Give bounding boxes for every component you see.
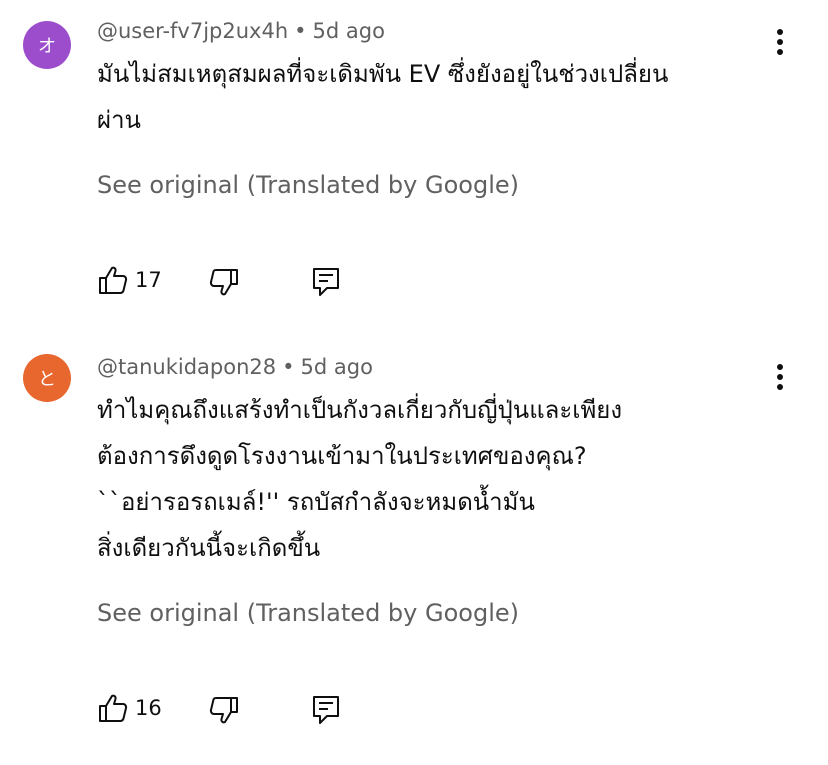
- author-name[interactable]: @tanukidapon28: [97, 355, 276, 379]
- reply-icon: [313, 268, 339, 296]
- comment-text-line: ``อย่ารอรถเมล์!'' รถบัสกำลังจะหมดน้ำมัน: [97, 488, 535, 516]
- comment-header: @tanukidapon28 • 5d ago: [97, 353, 373, 381]
- author-name[interactable]: @user-fv7jp2ux4h: [97, 19, 288, 43]
- avatar-letter: と: [38, 369, 56, 390]
- comment-time[interactable]: 5d ago: [301, 355, 373, 379]
- thumbs-down-icon: [209, 269, 238, 296]
- thumbs-up-icon: [99, 266, 128, 294]
- comment-text-line: ผ่าน: [97, 106, 141, 134]
- reply-button[interactable]: [310, 266, 342, 298]
- like-count: 17: [135, 268, 162, 292]
- separator-dot: •: [282, 355, 295, 379]
- comment-actions: 16: [97, 692, 397, 726]
- reply-button[interactable]: [310, 694, 342, 726]
- comment-actions: 17: [97, 264, 397, 298]
- comment-time[interactable]: 5d ago: [313, 19, 385, 43]
- like-count: 16: [135, 696, 162, 720]
- more-vert-icon: [777, 29, 783, 55]
- more-vert-icon: [777, 364, 783, 390]
- more-actions-button[interactable]: [766, 359, 794, 395]
- avatar[interactable]: と: [23, 354, 71, 402]
- comment-text: มันไม่สมเหตุสมผลที่จะเดิมพัน EV ซึ่งยังอ…: [97, 51, 757, 143]
- comment-text-line: มันไม่สมเหตุสมผลที่จะเดิมพัน EV ซึ่งยังอ…: [97, 60, 669, 88]
- comment-text-line: สิ่งเดียวกันนี้จะเกิดขึ้น: [97, 534, 321, 562]
- comment-text-line: ทำไมคุณถึงแสร้งทำเป็นกังวลเกี่ยวกับญี่ปุ…: [97, 396, 623, 424]
- comment-text-line: ต้องการดึงดูดโรงงานเข้ามาในประเทศของคุณ?: [97, 442, 587, 470]
- see-original-link[interactable]: See original (Translated by Google): [97, 169, 519, 201]
- dislike-button[interactable]: [208, 694, 240, 726]
- more-actions-button[interactable]: [766, 24, 794, 60]
- comment-header: @user-fv7jp2ux4h • 5d ago: [97, 17, 385, 45]
- see-original-link[interactable]: See original (Translated by Google): [97, 597, 519, 629]
- thumbs-up-icon: [99, 694, 128, 722]
- avatar[interactable]: オ: [23, 21, 71, 69]
- dislike-button[interactable]: [208, 266, 240, 298]
- thumbs-down-icon: [209, 697, 238, 724]
- avatar-letter: オ: [38, 36, 56, 57]
- comment-text: ทำไมคุณถึงแสร้งทำเป็นกังวลเกี่ยวกับญี่ปุ…: [97, 387, 757, 571]
- like-button[interactable]: 16: [97, 692, 167, 726]
- reply-icon: [313, 696, 339, 724]
- like-button[interactable]: 17: [97, 264, 167, 298]
- separator-dot: •: [294, 19, 307, 43]
